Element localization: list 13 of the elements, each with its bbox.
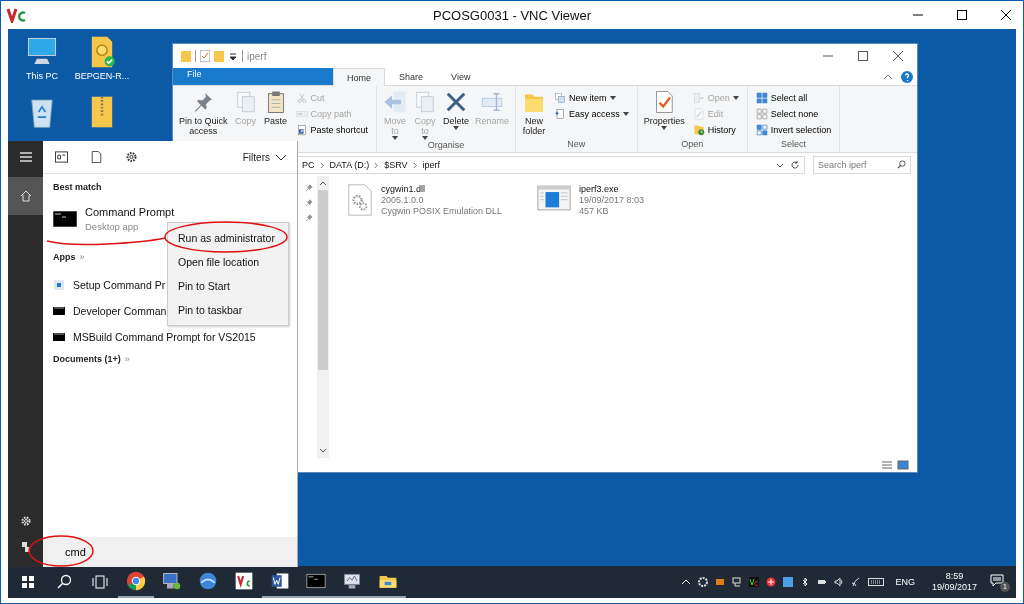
file-detail: Cygwin POSIX Emulation DLL [381,206,503,217]
section-heading: Best match [53,182,103,192]
ribbon-group-label: Organise [426,140,466,152]
file-detail: 457 KB [579,206,610,217]
ribbon-group-label: New [566,139,587,151]
result-subtitle: Desktop app [85,221,140,232]
window-title: iperf [247,50,267,62]
window-title: PCOSG0031 - VNC Viewer [433,7,591,23]
ribbon-group-label: Open [680,139,705,151]
file-detail: 2005.1.0.0 [381,195,425,206]
result-title: Command Prompt [85,206,175,218]
file-detail: 19/09/2017 8:03 [579,195,645,206]
ribbon-group-label: Select [779,139,807,151]
